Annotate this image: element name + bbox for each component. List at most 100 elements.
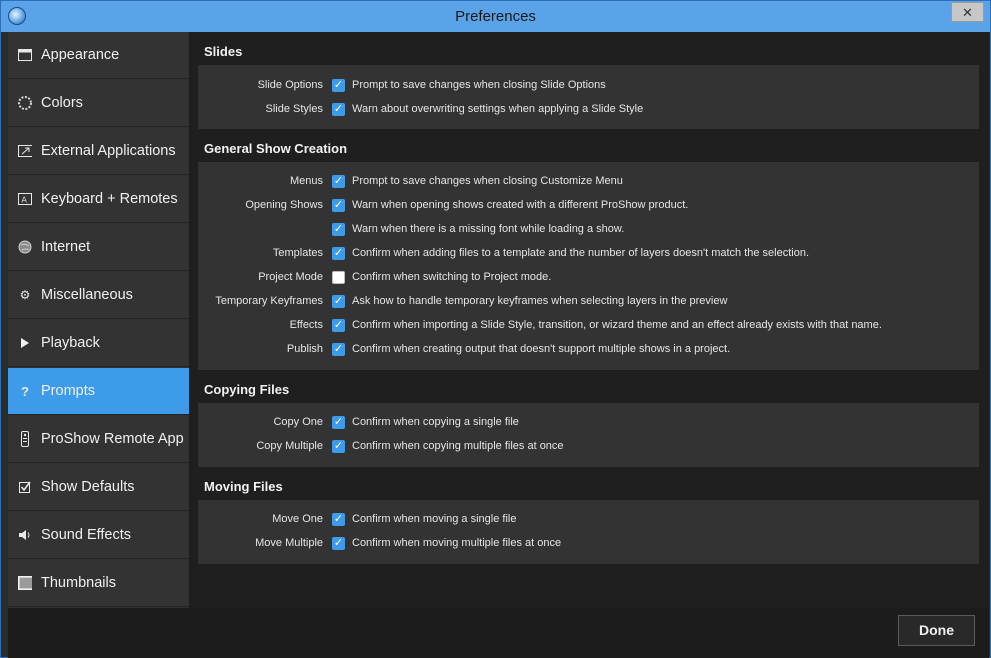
play-icon — [18, 336, 32, 350]
sidebar-item-label: ProShow Remote App — [41, 431, 184, 447]
checkbox[interactable]: ✓ — [332, 78, 345, 92]
external-app-icon — [18, 144, 32, 158]
setting-row-effects: Effects ✓ Confirm when importing a Slide… — [198, 313, 979, 337]
setting-row-slide-styles: Slide Styles ✓ Warn about overwriting se… — [198, 97, 979, 121]
sidebar-item-sound-effects[interactable]: Sound Effects — [8, 512, 189, 559]
setting-row-slide-options: Slide Options ✓ Prompt to save changes w… — [198, 73, 979, 97]
speaker-icon — [18, 528, 32, 542]
setting-label: Opening Shows — [245, 199, 323, 211]
close-button[interactable]: ✕ — [951, 2, 984, 22]
setting-text: Confirm when moving multiple files at on… — [352, 537, 562, 549]
setting-row-publish: Publish ✓ Confirm when creating output t… — [198, 337, 979, 361]
setting-text: Confirm when moving a single file — [352, 513, 517, 525]
sidebar-item-prompts[interactable]: ? Prompts — [8, 368, 189, 415]
setting-text: Confirm when copying a single file — [352, 416, 519, 428]
setting-row-missing-font: ✓ Warn when there is a missing font whil… — [198, 217, 979, 241]
setting-label: Move One — [272, 513, 323, 525]
moving-panel: Move One ✓ Confirm when moving a single … — [198, 500, 979, 564]
sidebar-item-label: Colors — [41, 95, 83, 111]
checkbox[interactable]: ✓ — [332, 102, 345, 116]
sidebar-item-colors[interactable]: Colors — [8, 80, 189, 127]
checkbox[interactable]: ✓ — [332, 439, 345, 453]
setting-row-templates: Templates ✓ Confirm when adding files to… — [198, 241, 979, 265]
sidebar-item-label: Thumbnails — [41, 575, 116, 591]
checkbox[interactable]: ✓ — [332, 198, 345, 212]
setting-text: Warn about overwriting settings when app… — [352, 103, 644, 115]
setting-label: Templates — [272, 247, 323, 259]
svg-text:A: A — [22, 196, 28, 205]
setting-text: Confirm when importing a Slide Style, tr… — [352, 319, 882, 331]
sidebar-item-label: External Applications — [41, 143, 176, 159]
section-title-copying: Copying Files — [204, 382, 290, 397]
sidebar-item-miscellaneous[interactable]: ⚙ Miscellaneous — [8, 272, 189, 319]
sidebar-item-external-applications[interactable]: External Applications — [8, 128, 189, 175]
setting-text: Confirm when copying multiple files at o… — [352, 440, 564, 452]
done-button[interactable]: Done — [898, 615, 975, 646]
color-wheel-icon — [18, 96, 32, 110]
sidebar-item-label: Miscellaneous — [41, 287, 133, 303]
copying-panel: Copy One ✓ Confirm when copying a single… — [198, 403, 979, 467]
setting-label: Effects — [289, 319, 323, 331]
prompts-content: Slides Slide Options ✓ Prompt to save ch… — [189, 32, 989, 608]
checkbox[interactable]: ✓ — [332, 415, 345, 429]
checkbox[interactable]: ✓ — [332, 222, 345, 236]
setting-row-move-one: Move One ✓ Confirm when moving a single … — [198, 507, 979, 531]
checkbox[interactable]: ✓ — [332, 246, 345, 260]
title-bar: Preferences ✕ — [1, 1, 990, 32]
checkbox[interactable]: ✓ — [332, 536, 345, 550]
sidebar-item-proshow-remote-app[interactable]: ProShow Remote App — [8, 416, 189, 463]
setting-label: Project Mode — [258, 271, 323, 283]
question-icon: ? — [21, 383, 29, 399]
checkbox[interactable]: ✓ — [332, 174, 345, 188]
checkbox[interactable]: ✓ — [332, 318, 345, 332]
dialog-footer: Done — [8, 608, 989, 658]
sidebar-item-label: Internet — [41, 239, 91, 255]
setting-text: Prompt to save changes when closing Cust… — [352, 175, 623, 187]
setting-label: Slide Options — [257, 79, 323, 91]
sidebar-item-label: Prompts — [41, 383, 95, 399]
sidebar-item-show-defaults[interactable]: Show Defaults — [8, 464, 189, 511]
setting-text: Prompt to save changes when closing Slid… — [352, 79, 606, 91]
preferences-window: Preferences ✕ Appearance Colors External… — [0, 0, 991, 658]
setting-row-menus: Menus ✓ Prompt to save changes when clos… — [198, 169, 979, 193]
setting-label: Move Multiple — [255, 537, 323, 549]
keyboard-icon: A — [18, 192, 32, 206]
checkbox[interactable] — [332, 270, 345, 284]
setting-row-copy-multiple: Copy Multiple ✓ Confirm when copying mul… — [198, 434, 979, 458]
setting-label: Copy One — [273, 416, 323, 428]
section-title-general: General Show Creation — [204, 141, 348, 156]
setting-text: Confirm when adding files to a template … — [352, 247, 810, 259]
setting-label: Menus — [289, 175, 323, 187]
window-icon — [18, 48, 32, 62]
sidebar-item-label: Show Defaults — [41, 479, 135, 495]
sidebar-item-label: Sound Effects — [41, 527, 132, 543]
checkbox[interactable]: ✓ — [332, 342, 345, 356]
setting-text: Warn when there is a missing font while … — [352, 223, 625, 235]
checkbox[interactable]: ✓ — [332, 294, 345, 308]
setting-row-opening-shows: Opening Shows ✓ Warn when opening shows … — [198, 193, 979, 217]
sidebar-item-keyboard-remotes[interactable]: A Keyboard + Remotes — [8, 176, 189, 223]
window-title: Preferences — [455, 8, 536, 25]
checkbox[interactable]: ✓ — [332, 512, 345, 526]
gear-icon: ⚙ — [19, 288, 31, 302]
sidebar-item-appearance[interactable]: Appearance — [8, 32, 189, 79]
sidebar-item-thumbnails[interactable]: Thumbnails — [8, 560, 189, 607]
sidebar-item-label: Playback — [41, 335, 100, 351]
setting-label: Slide Styles — [265, 103, 323, 115]
remote-icon — [18, 431, 32, 447]
sidebar-item-internet[interactable]: Internet — [8, 224, 189, 271]
checkbox-icon — [18, 480, 32, 494]
globe-icon — [18, 240, 32, 254]
setting-text: Confirm when creating output that doesn'… — [352, 343, 731, 355]
setting-text: Warn when opening shows created with a d… — [352, 199, 689, 211]
general-panel: Menus ✓ Prompt to save changes when clos… — [198, 162, 979, 370]
setting-row-temporary-keyframes: Temporary Keyframes ✓ Ask how to handle … — [198, 289, 979, 313]
setting-text: Confirm when switching to Project mode. — [352, 271, 552, 283]
sidebar-item-playback[interactable]: Playback — [8, 320, 189, 367]
setting-label: Temporary Keyframes — [215, 295, 323, 307]
slides-panel: Slide Options ✓ Prompt to save changes w… — [198, 65, 979, 129]
setting-text: Ask how to handle temporary keyframes wh… — [352, 295, 728, 307]
setting-row-move-multiple: Move Multiple ✓ Confirm when moving mult… — [198, 531, 979, 555]
setting-row-copy-one: Copy One ✓ Confirm when copying a single… — [198, 410, 979, 434]
sidebar-item-label: Keyboard + Remotes — [41, 191, 178, 207]
